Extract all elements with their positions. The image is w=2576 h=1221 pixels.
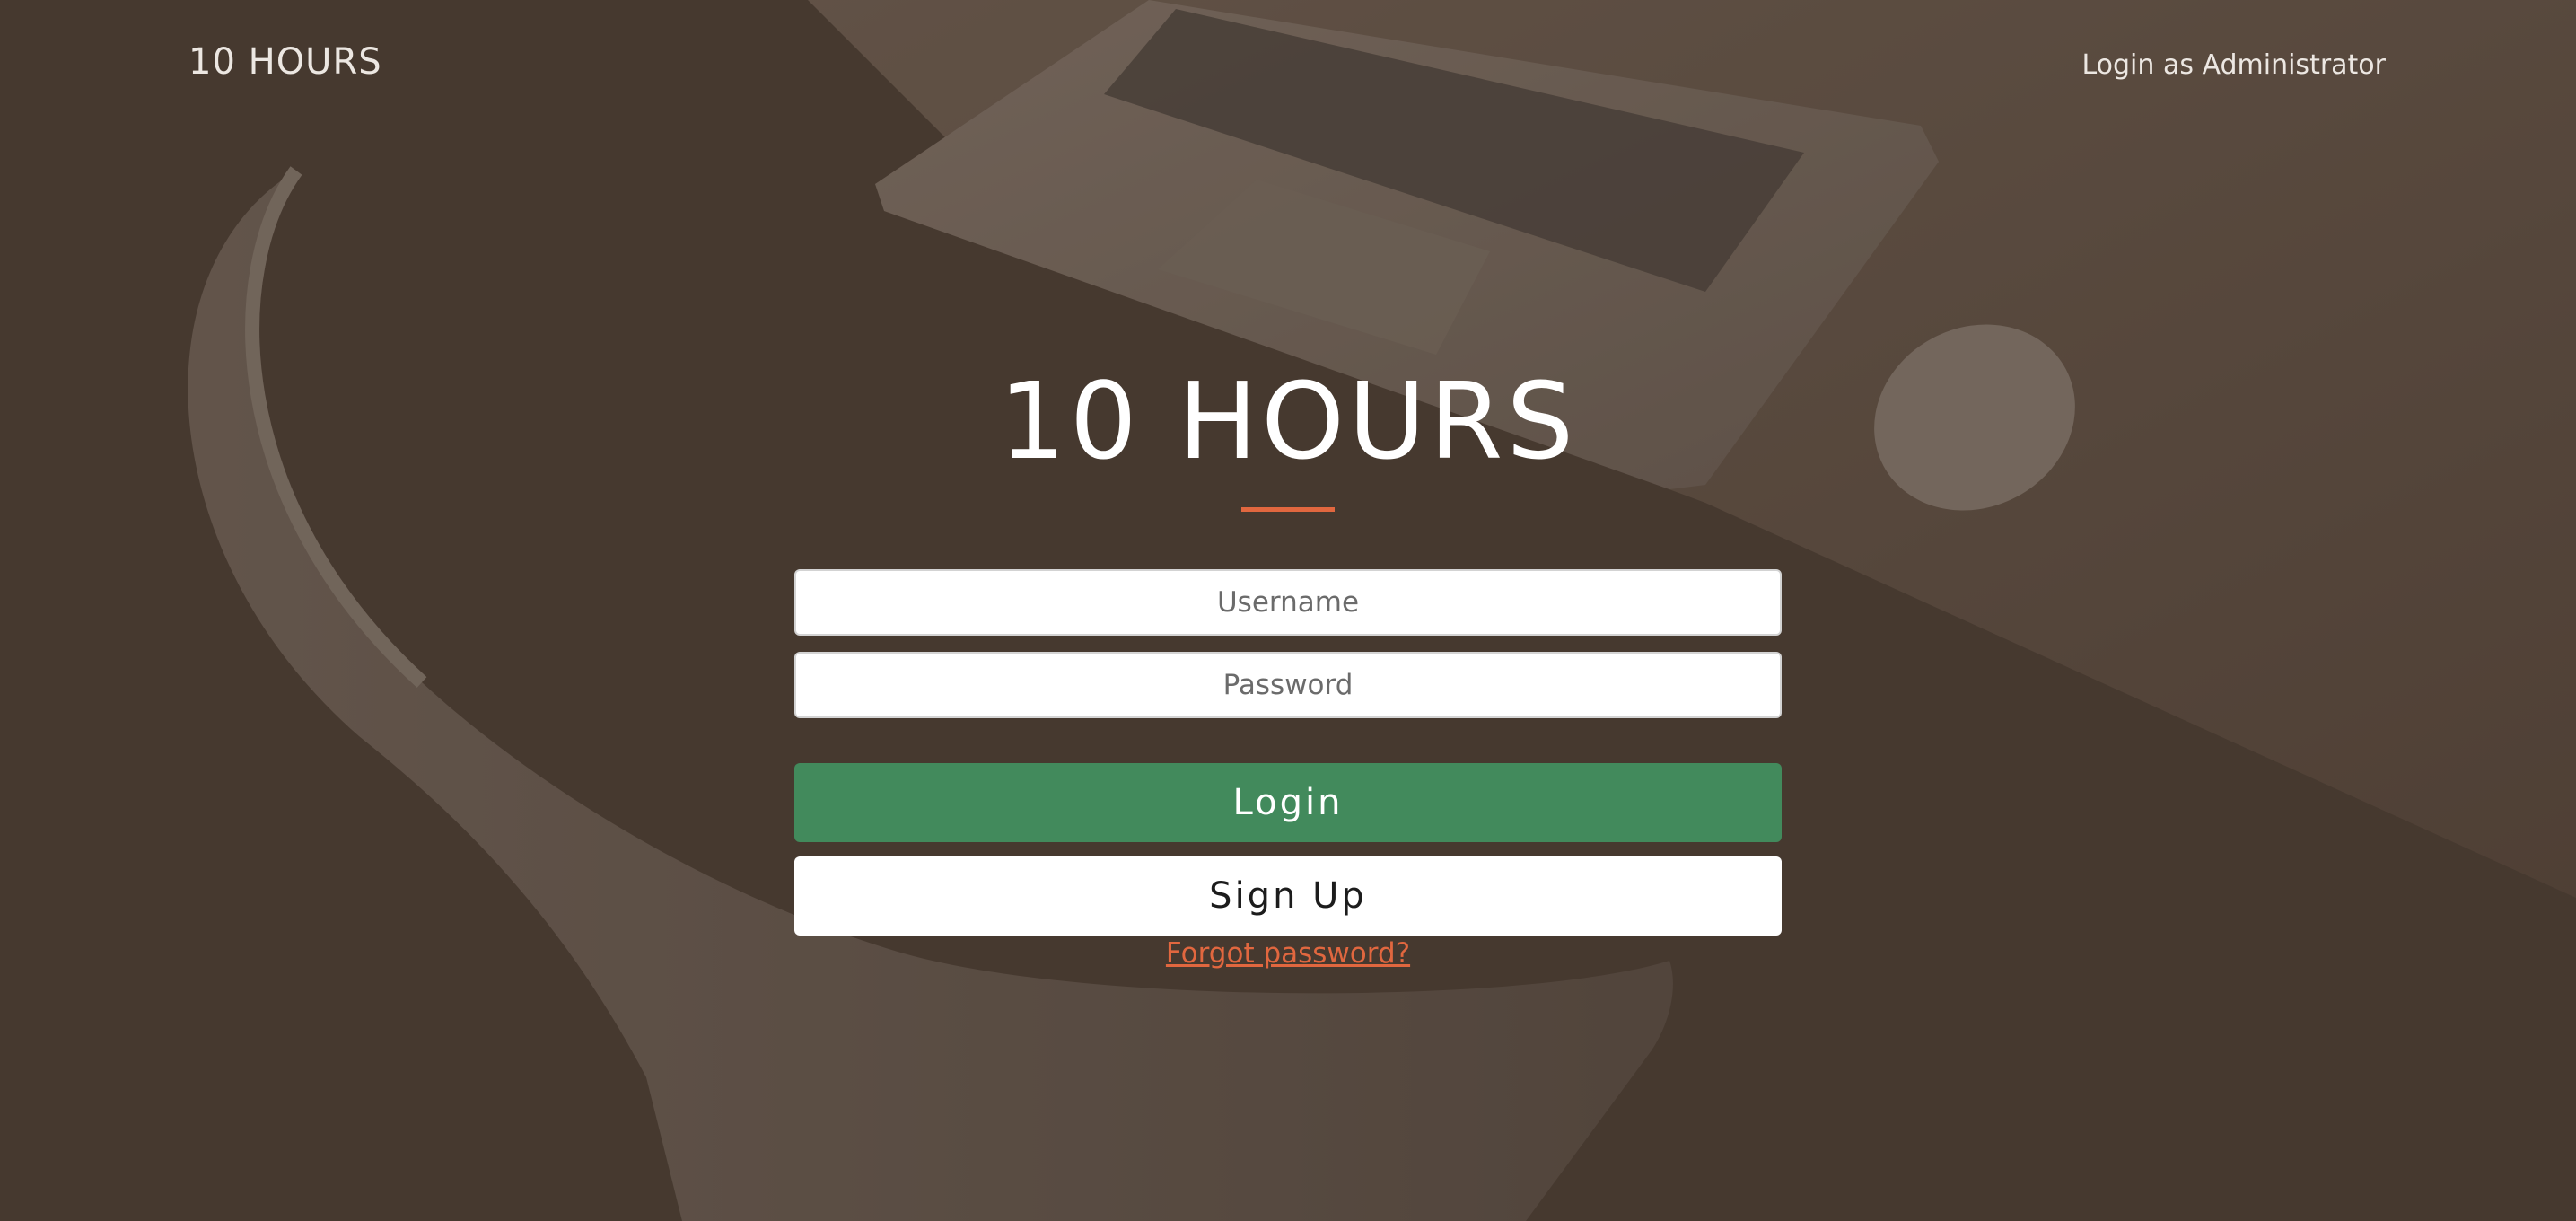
username-input[interactable] — [794, 569, 1782, 636]
signup-button[interactable]: Sign Up — [794, 856, 1782, 936]
brand-link[interactable]: 10 HOURS — [188, 41, 382, 83]
admin-login-link[interactable]: Login as Administrator — [2081, 49, 2386, 81]
login-button[interactable]: Login — [794, 763, 1782, 842]
page-title: 10 HOURS — [998, 359, 1578, 483]
password-input[interactable] — [794, 652, 1782, 718]
login-page: 10 HOURS Login as Administrator 10 HOURS… — [0, 0, 2576, 1221]
forgot-password-row: Forgot password? — [0, 937, 2576, 970]
title-underline — [1241, 507, 1335, 512]
forgot-password-link[interactable]: Forgot password? — [1166, 937, 1410, 970]
